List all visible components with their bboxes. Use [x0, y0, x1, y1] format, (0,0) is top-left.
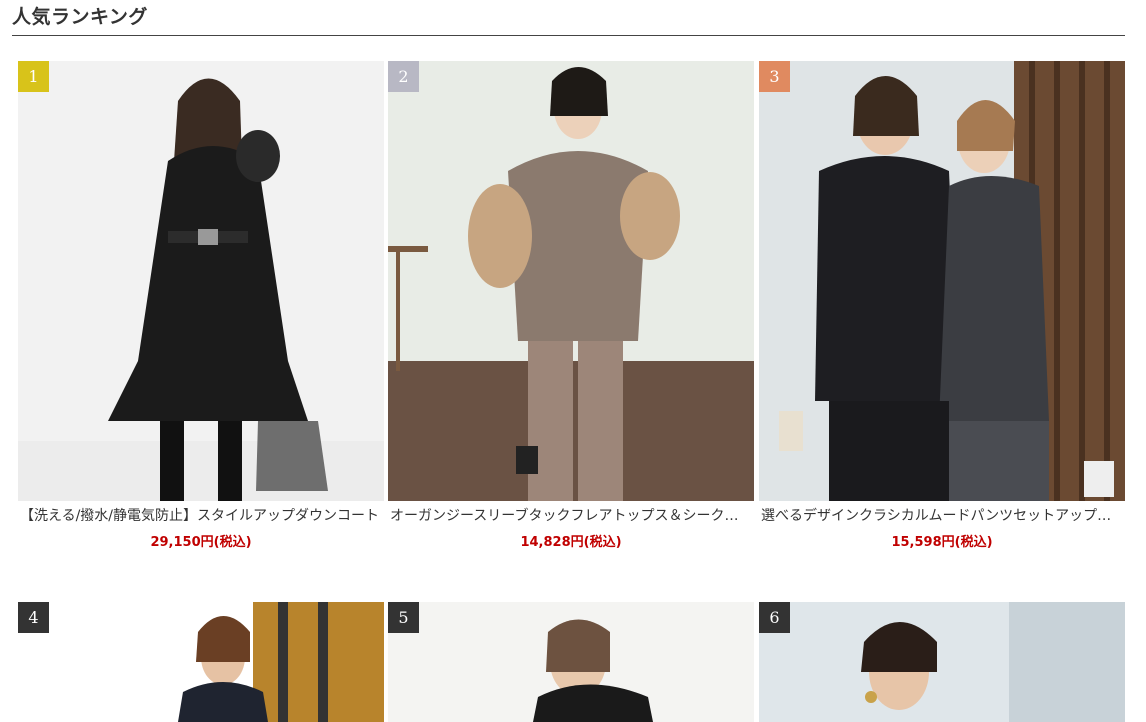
product-card-2[interactable]: 2 オーガンジースリーブタックフレアトップス＆シークレットストレッチパンツセット…: [388, 61, 754, 550]
rank-badge-5: 5: [388, 602, 419, 633]
product-image-5[interactable]: 5: [388, 602, 754, 722]
product-card-4[interactable]: 4: [18, 602, 384, 722]
product-card-5[interactable]: 5: [388, 602, 754, 722]
product-image-6[interactable]: 6: [759, 602, 1125, 722]
product-card-1[interactable]: 1 【洗える/撥水/静電気防止】スタイルアップダウンコート 29,150円(税込…: [18, 61, 384, 550]
rank-badge-6: 6: [759, 602, 790, 633]
rank-badge-3: 3: [759, 61, 790, 92]
product-image-4[interactable]: 4: [18, 602, 384, 722]
product-name-2[interactable]: オーガンジースリーブタックフレアトップス＆シークレットストレッチパンツセット: [388, 507, 754, 525]
title-divider: [12, 35, 1125, 36]
product-price-1: 29,150円(税込): [150, 535, 252, 550]
product-price-2: 14,828円(税込): [520, 535, 622, 550]
product-price-3: 15,598円(税込): [891, 535, 993, 550]
product-image-3[interactable]: 3: [759, 61, 1125, 501]
section-title: 人気ランキング: [12, 6, 148, 28]
rank-badge-4: 4: [18, 602, 49, 633]
rank-badge-1: 1: [18, 61, 49, 92]
product-image-1[interactable]: 1: [18, 61, 384, 501]
product-card-3[interactable]: 3 選べるデザインクラシカルムードパンツセットアップ「P... 15,598円(…: [759, 61, 1125, 550]
product-image-2[interactable]: 2: [388, 61, 754, 501]
rank-badge-2: 2: [388, 61, 419, 92]
product-card-6[interactable]: 6: [759, 602, 1125, 722]
product-name-1[interactable]: 【洗える/撥水/静電気防止】スタイルアップダウンコート: [18, 507, 384, 525]
product-name-3[interactable]: 選べるデザインクラシカルムードパンツセットアップ「P...: [759, 507, 1125, 525]
